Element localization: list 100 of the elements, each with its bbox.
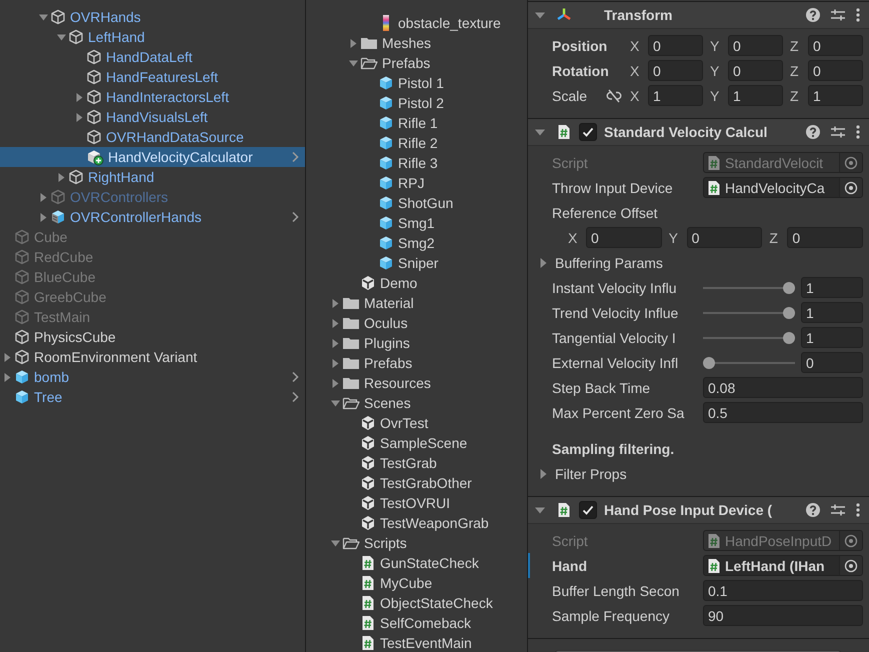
number-field[interactable]: 0.08 — [703, 377, 863, 398]
number-field[interactable]: 1 — [728, 85, 783, 106]
hierarchy-item[interactable]: OVRHandDataSource — [0, 127, 305, 147]
component-header[interactable]: Hand Pose Input Device ( — [528, 497, 869, 524]
hierarchy-item[interactable]: OVRHands — [0, 7, 305, 27]
prefab-cube-icon — [378, 175, 394, 191]
project-item[interactable]: Scenes — [306, 393, 527, 413]
project-item[interactable]: Prefabs — [306, 353, 527, 373]
project-item[interactable]: TestEventMain — [306, 633, 527, 652]
enabled-checkbox[interactable] — [579, 501, 597, 519]
project-item[interactable]: ObjectStateCheck — [306, 593, 527, 613]
hierarchy-item[interactable]: HandVisualsLeft — [0, 107, 305, 127]
number-field[interactable]: 1 — [801, 327, 863, 348]
project-item[interactable]: Meshes — [306, 33, 527, 53]
number-field[interactable]: 1 — [808, 85, 863, 106]
project-item[interactable]: Smg2 — [306, 233, 527, 253]
number-field[interactable]: 0 — [728, 60, 783, 81]
target-icon — [844, 534, 858, 548]
project-item[interactable]: SampleScene — [306, 433, 527, 453]
hierarchy-item[interactable]: RoomEnvironment Variant — [0, 347, 305, 367]
hierarchy-item[interactable]: HandFeaturesLeft — [0, 67, 305, 87]
object-field[interactable]: HandVelocityCa — [703, 177, 863, 198]
project-item[interactable]: Smg1 — [306, 213, 527, 233]
object-field[interactable]: LeftHand (IHan — [703, 555, 863, 576]
enabled-checkbox[interactable] — [579, 123, 597, 141]
axis-label: Z — [790, 38, 800, 54]
project-item[interactable]: GunStateCheck — [306, 553, 527, 573]
prefab-cube-icon — [14, 389, 30, 405]
slider-thumb[interactable] — [783, 306, 795, 318]
slider-thumb[interactable] — [703, 356, 715, 368]
number-field[interactable]: 0 — [648, 35, 703, 56]
project-item[interactable]: Sniper — [306, 253, 527, 273]
number-field[interactable]: 0 — [808, 35, 863, 56]
project-item[interactable]: Rifle 2 — [306, 133, 527, 153]
hierarchy-item[interactable]: OVRControllerHands — [0, 207, 305, 227]
project-item[interactable]: obstacle_texture — [306, 13, 527, 33]
hierarchy-item[interactable]: HandInteractorsLeft — [0, 87, 305, 107]
number-field[interactable]: 0.1 — [703, 580, 863, 601]
project-item[interactable]: TestGrab — [306, 453, 527, 473]
project-item[interactable]: Scripts — [306, 533, 527, 553]
project-item[interactable]: Prefabs — [306, 53, 527, 73]
hierarchy-item[interactable]: LeftHand — [0, 27, 305, 47]
number-field[interactable]: 0 — [808, 60, 863, 81]
number-field[interactable]: 90 — [703, 605, 863, 626]
prefab-cube-icon — [378, 215, 394, 231]
field-label: External Velocity Infl — [552, 354, 680, 370]
project-item[interactable]: TestWeaponGrab — [306, 513, 527, 533]
project-item[interactable]: SelfComeback — [306, 613, 527, 633]
script-file-icon — [556, 124, 572, 140]
hierarchy-item[interactable]: HandVelocityCalculator — [0, 147, 305, 167]
number-field[interactable]: 0 — [686, 227, 762, 248]
field-label: Max Percent Zero Sa — [552, 404, 686, 420]
component-header[interactable]: Standard Velocity Calcul — [528, 119, 869, 146]
unity-logo-icon — [360, 275, 376, 291]
checkmark-icon — [582, 504, 594, 516]
prefab-cube-icon — [378, 235, 394, 251]
number-field[interactable]: 0 — [728, 35, 783, 56]
project-item[interactable]: Demo — [306, 273, 527, 293]
number-field[interactable]: 0 — [801, 352, 863, 373]
project-item[interactable]: Pistol 1 — [306, 73, 527, 93]
help-icon — [805, 124, 821, 140]
slider-thumb[interactable] — [783, 332, 795, 344]
script-file-icon — [360, 595, 376, 611]
help-icon — [805, 7, 821, 23]
project-item[interactable]: ShotGun — [306, 193, 527, 213]
project-item[interactable]: Plugins — [306, 333, 527, 353]
project-item[interactable]: Resources — [306, 373, 527, 393]
prefab-cube-icon — [378, 75, 394, 91]
foldout[interactable]: Filter Props — [538, 466, 627, 482]
project-item[interactable]: Oculus — [306, 313, 527, 333]
cube-plus-icon — [86, 148, 104, 166]
project-item[interactable]: Rifle 3 — [306, 153, 527, 173]
hierarchy-item[interactable]: PhysicsCube — [0, 327, 305, 347]
hierarchy-item[interactable]: RightHand — [0, 167, 305, 187]
number-field[interactable]: 0 — [586, 227, 662, 248]
project-item[interactable]: RPJ — [306, 173, 527, 193]
script-file-icon — [360, 615, 376, 631]
hierarchy-item[interactable]: bomb — [0, 367, 305, 387]
foldout[interactable]: Buffering Params — [538, 254, 663, 270]
number-field[interactable]: 1 — [801, 302, 863, 323]
cube-outline-icon — [14, 249, 30, 265]
number-field[interactable]: 0 — [648, 60, 703, 81]
slider-thumb[interactable] — [783, 282, 795, 294]
project-item[interactable]: Rifle 1 — [306, 113, 527, 133]
project-item[interactable]: TestGrabOther — [306, 473, 527, 493]
project-item[interactable]: Material — [306, 293, 527, 313]
number-field[interactable]: 0.5 — [703, 402, 863, 423]
component-header[interactable]: Transform — [528, 2, 869, 29]
component-title: Hand Pose Input Device ( — [604, 502, 772, 518]
checkmark-icon — [582, 126, 594, 138]
number-field[interactable]: 0 — [787, 227, 864, 248]
number-field[interactable]: 1 — [648, 85, 703, 106]
project-item[interactable]: OvrTest — [306, 413, 527, 433]
hierarchy-item[interactable]: Tree — [0, 387, 305, 407]
number-field[interactable]: 1 — [801, 277, 863, 298]
project-item[interactable]: MyCube — [306, 573, 527, 593]
project-item[interactable]: TestOVRUI — [306, 493, 527, 513]
axis-label: X — [630, 38, 640, 54]
hierarchy-item[interactable]: HandDataLeft — [0, 47, 305, 67]
project-item[interactable]: Pistol 2 — [306, 93, 527, 113]
